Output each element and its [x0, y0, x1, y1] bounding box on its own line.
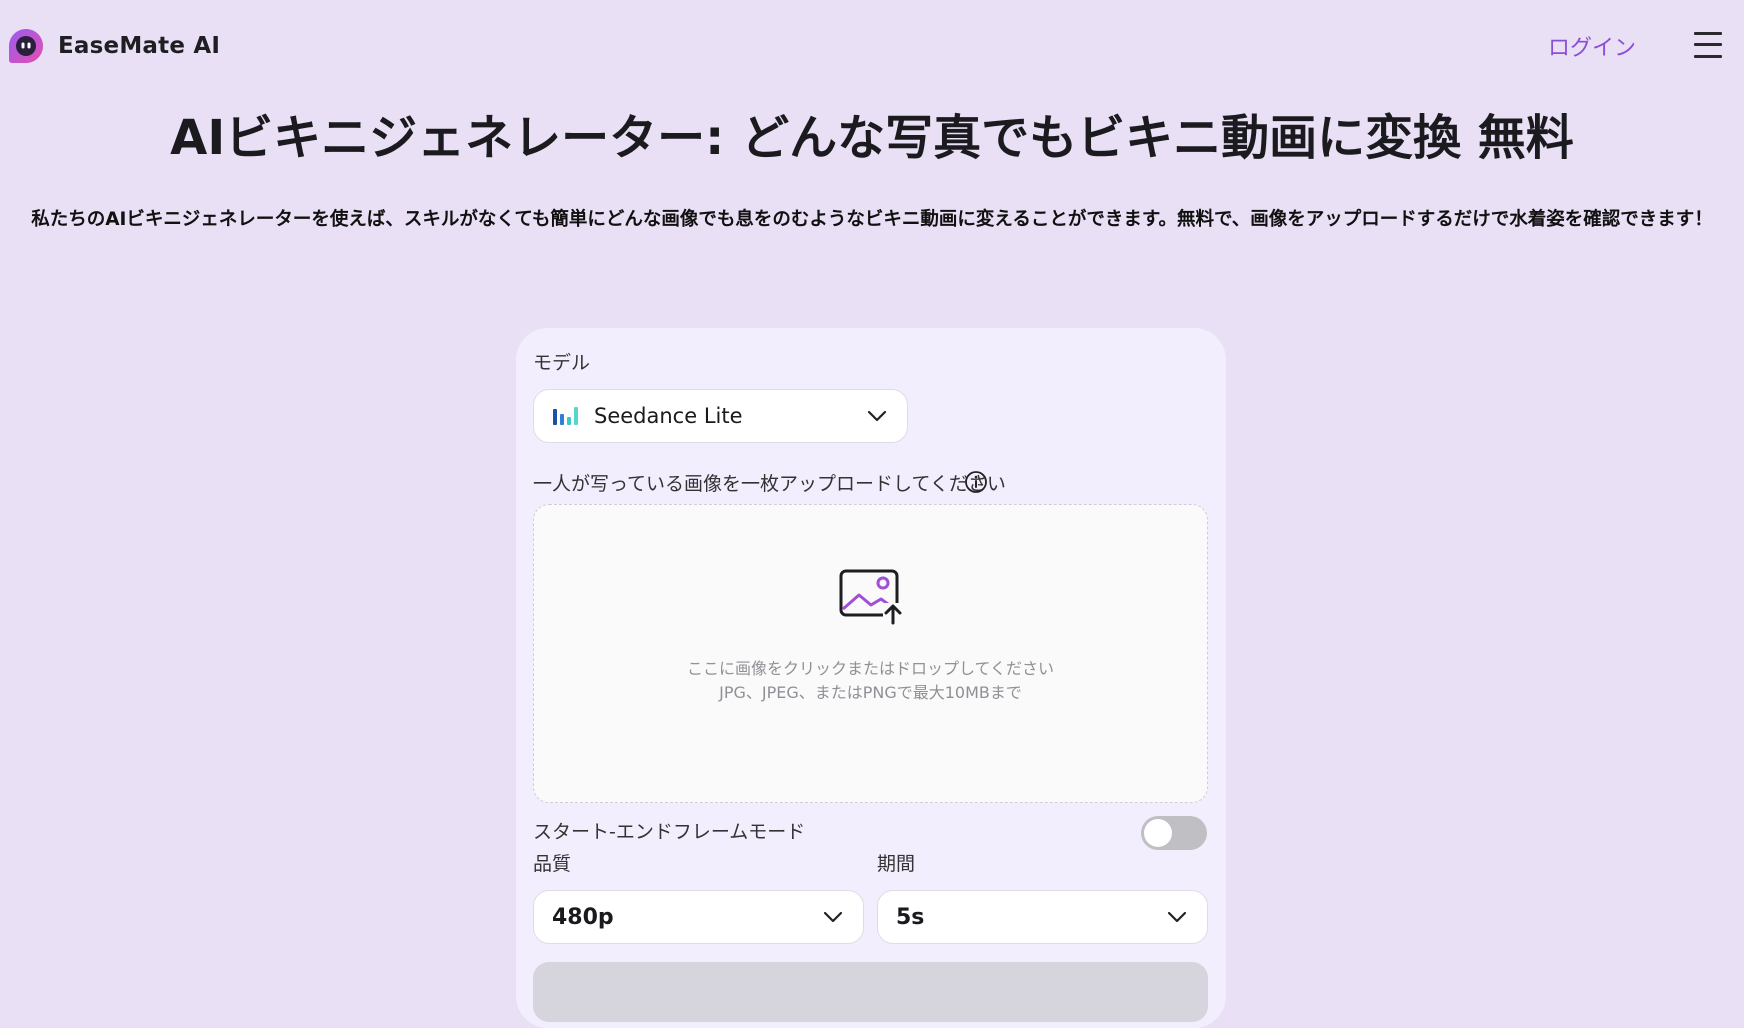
quality-select-value: 480p	[552, 904, 614, 930]
quality-label: 品質	[533, 853, 572, 875]
chevron-down-icon	[823, 911, 843, 923]
brand-name: EaseMate AI	[58, 32, 221, 59]
model-select-value: Seedance Lite	[594, 404, 743, 428]
generator-card: モデル Seedance Lite 一人が写っている画像を一枚アップロードしてく…	[516, 328, 1226, 1028]
logo[interactable]: EaseMate AI	[8, 27, 220, 64]
model-select[interactable]: Seedance Lite	[533, 389, 908, 443]
upload-label: 一人が写っている画像を一枚アップロードしてください	[533, 473, 1006, 495]
image-upload-dropzone[interactable]: ここに画像をクリックまたはドロップしてください JPG、JPEG、またはPNGで…	[533, 504, 1208, 803]
quality-select[interactable]: 480p	[533, 890, 864, 944]
chevron-down-icon	[867, 410, 887, 422]
page-subtitle: 私たちのAIビキニジェネレーターを使えば、スキルがなくても簡単にどんな画像でも息…	[31, 209, 1713, 230]
page-title: AIビキニジェネレーター: どんな写真でもビキニ動画に変換 無料	[170, 110, 1574, 166]
info-icon[interactable]	[964, 470, 988, 494]
chevron-down-icon	[1167, 911, 1187, 923]
generate-button[interactable]	[533, 962, 1208, 1022]
duration-select[interactable]: 5s	[877, 890, 1208, 944]
login-link[interactable]: ログイン	[1548, 30, 1636, 62]
upload-hint-primary: ここに画像をクリックまたはドロップしてください	[686, 659, 1055, 678]
duration-select-value: 5s	[896, 904, 925, 930]
model-label: モデル	[533, 352, 591, 374]
easemate-logo-icon	[9, 28, 43, 63]
duration-label: 期間	[877, 853, 916, 875]
upload-hint-formats: JPG、JPEG、またはPNGで最大10MBまで	[719, 683, 1022, 702]
start-end-frame-toggle[interactable]	[1141, 816, 1207, 850]
hamburger-menu-icon[interactable]	[1694, 30, 1724, 60]
image-upload-icon	[839, 569, 903, 625]
seedance-model-icon	[553, 407, 578, 425]
toggle-knob	[1144, 819, 1172, 847]
start-end-frame-label: スタート-エンドフレームモード	[533, 821, 806, 843]
